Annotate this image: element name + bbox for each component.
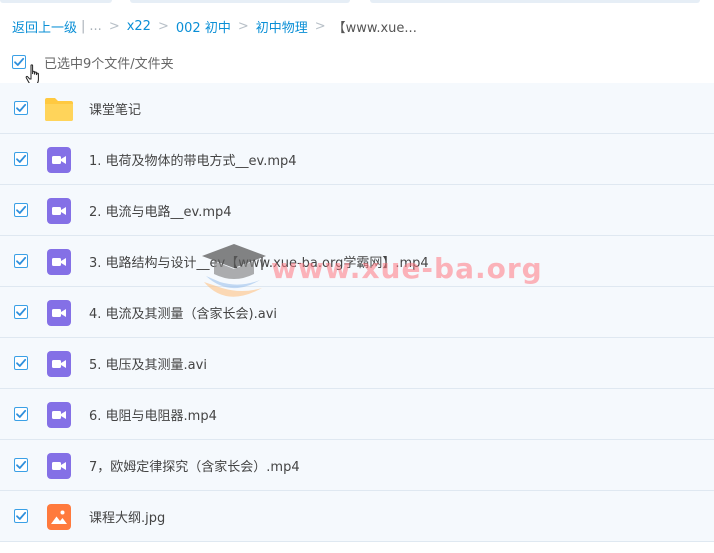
- file-name[interactable]: 4. 电流及其测量（含家长会).avi: [89, 303, 277, 322]
- row-checkbox[interactable]: [14, 407, 28, 421]
- breadcrumb-arrow: >: [157, 18, 169, 34]
- breadcrumb-item-002[interactable]: 002 初中: [176, 17, 231, 36]
- list-item[interactable]: 4. 电流及其测量（含家长会).avi: [0, 287, 714, 338]
- breadcrumb-ellipsis[interactable]: ...: [89, 19, 101, 34]
- video-file-icon: [47, 351, 71, 377]
- row-checkbox[interactable]: [14, 305, 28, 319]
- checkmark-icon: [16, 154, 27, 163]
- breadcrumb-arrow: >: [108, 18, 120, 34]
- checkmark-icon: [16, 256, 27, 265]
- list-item[interactable]: 课程大纲.jpg: [0, 491, 714, 542]
- row-checkbox[interactable]: [14, 458, 28, 472]
- row-checkbox[interactable]: [14, 203, 28, 217]
- tab-indicator: [130, 0, 350, 3]
- checkmark-icon: [14, 57, 25, 66]
- video-file-icon: [47, 147, 71, 173]
- video-file-icon: [47, 249, 71, 275]
- list-item[interactable]: 7，欧姆定律探究（含家长会）.mp4: [0, 440, 714, 491]
- back-link[interactable]: 返回上一级: [12, 17, 77, 36]
- file-name[interactable]: 2. 电流与电路__ev.mp4: [89, 201, 232, 220]
- image-file-icon: [47, 504, 71, 530]
- folder-icon: [45, 98, 73, 121]
- list-item[interactable]: 6. 电阻与电阻器.mp4: [0, 389, 714, 440]
- file-name[interactable]: 3. 电路结构与设计__ev【www.xue-ba.org学霸网】.mp4: [89, 252, 429, 271]
- list-item[interactable]: 5. 电压及其测量.avi: [0, 338, 714, 389]
- breadcrumb: 返回上一级 | ... > x22 > 002 初中 > 初中物理 > 【www…: [12, 16, 417, 36]
- breadcrumb-arrow: >: [314, 18, 326, 34]
- checkmark-icon: [16, 307, 27, 316]
- checkmark-icon: [16, 358, 27, 367]
- breadcrumb-arrow: >: [237, 18, 249, 34]
- list-item[interactable]: 课堂笔记: [0, 83, 714, 134]
- breadcrumb-current: 【www.xue...: [332, 20, 417, 36]
- file-name[interactable]: 1. 电荷及物体的带电方式__ev.mp4: [89, 150, 297, 169]
- breadcrumb-item-x22[interactable]: x22: [127, 19, 151, 34]
- breadcrumb-item-physics[interactable]: 初中物理: [256, 17, 308, 36]
- tab-indicator: [0, 0, 112, 3]
- checkmark-icon: [16, 103, 27, 112]
- video-file-icon: [47, 300, 71, 326]
- list-item[interactable]: 1. 电荷及物体的带电方式__ev.mp4: [0, 134, 714, 185]
- checkmark-icon: [16, 511, 27, 520]
- row-checkbox[interactable]: [14, 509, 28, 523]
- checkmark-icon: [16, 460, 27, 469]
- select-all-checkbox[interactable]: [12, 55, 26, 69]
- video-file-icon: [47, 402, 71, 428]
- row-checkbox[interactable]: [14, 254, 28, 268]
- checkmark-icon: [16, 205, 27, 214]
- row-checkbox[interactable]: [14, 101, 28, 115]
- tab-indicator: [370, 0, 700, 3]
- list-item[interactable]: 2. 电流与电路__ev.mp4: [0, 185, 714, 236]
- selection-count-label: 已选中9个文件/文件夹: [44, 56, 174, 72]
- file-name[interactable]: 7，欧姆定律探究（含家长会）.mp4: [89, 456, 300, 475]
- file-name[interactable]: 课堂笔记: [89, 99, 141, 118]
- file-name[interactable]: 课程大纲.jpg: [89, 507, 165, 526]
- file-name[interactable]: 6. 电阻与电阻器.mp4: [89, 405, 217, 424]
- video-file-icon: [47, 198, 71, 224]
- list-item[interactable]: 3. 电路结构与设计__ev【www.xue-ba.org学霸网】.mp4: [0, 236, 714, 287]
- file-list: 课堂笔记 1. 电荷及物体的带电方式__ev.mp4 2. 电流与电路__ev.…: [0, 83, 714, 542]
- file-name[interactable]: 5. 电压及其测量.avi: [89, 354, 207, 373]
- row-checkbox[interactable]: [14, 152, 28, 166]
- row-checkbox[interactable]: [14, 356, 28, 370]
- top-tab-strip: [0, 0, 714, 6]
- breadcrumb-divider: |: [81, 18, 86, 34]
- video-file-icon: [47, 453, 71, 479]
- checkmark-icon: [16, 409, 27, 418]
